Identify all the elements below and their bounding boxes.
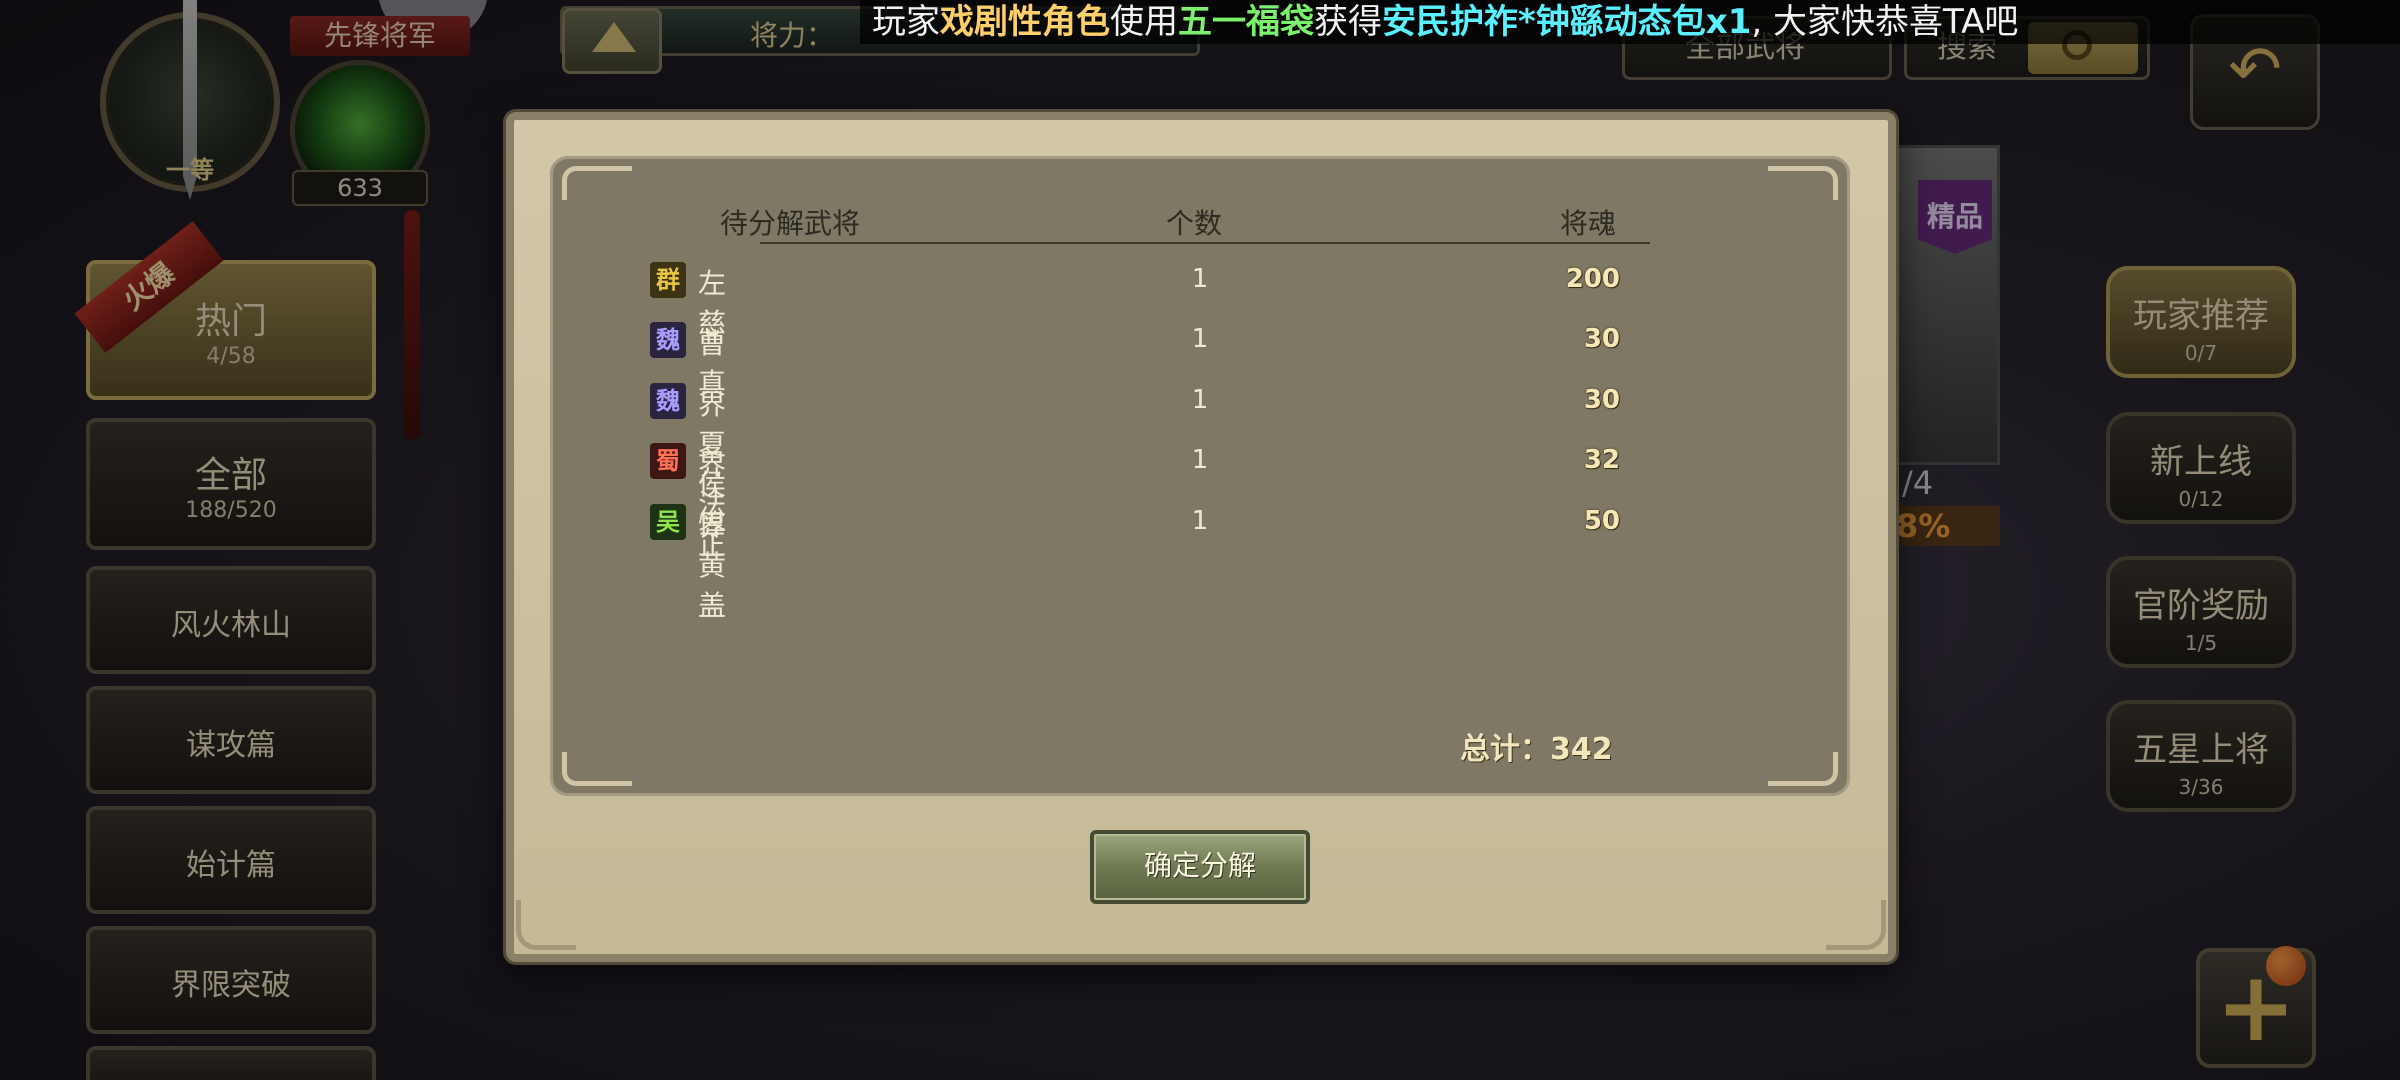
- tab-jiexian[interactable]: 界限突破: [86, 926, 376, 1034]
- total-soul: 总计：342: [1460, 724, 1613, 768]
- card-percent: 8%: [1890, 506, 2000, 546]
- tab-label: 界限突破: [171, 968, 291, 1003]
- notice-segment: 获得: [1314, 2, 1382, 42]
- general-soul: 200: [1565, 264, 1620, 294]
- general-soul: 30: [1583, 324, 1620, 354]
- tab-rank-reward[interactable]: 官阶奖励 1/5: [2106, 556, 2296, 668]
- tab-all[interactable]: 全部 188/520: [86, 418, 376, 550]
- tab-label: 新上线: [2150, 442, 2252, 482]
- faction-badge: 蜀: [650, 443, 686, 479]
- faction-badge: 魏: [650, 383, 686, 419]
- general-soul: 50: [1583, 506, 1620, 536]
- tassel-decoration: [404, 210, 420, 440]
- faction-badge: 吴: [650, 504, 686, 540]
- decompose-list-panel: [550, 156, 1850, 796]
- header-divider: [760, 242, 1650, 244]
- tab-fenghuo[interactable]: 风火林山: [86, 566, 376, 674]
- faction-badge: 魏: [650, 322, 686, 358]
- general-count: 1: [1191, 324, 1209, 354]
- general-count: 1: [1191, 385, 1209, 415]
- title-ribbon: 先锋将军: [290, 16, 470, 56]
- tab-five-star[interactable]: 五星上将 3/36: [2106, 700, 2296, 812]
- general-soul: 32: [1583, 445, 1620, 475]
- notice-text: 玩家戏剧性角色使用五一福袋获得安民护祚*钟繇动态包x1, 大家快恭喜TA吧: [872, 2, 2018, 42]
- tab-count: 4/58: [206, 344, 256, 369]
- elite-badge: 精品: [1918, 180, 1992, 254]
- general-count: 1: [1191, 445, 1209, 475]
- tab-label: 官阶奖励: [2133, 586, 2269, 626]
- notice-segment: 玩家: [872, 2, 940, 42]
- general-soul: 30: [1583, 385, 1620, 415]
- corner-ornament: [1768, 166, 1838, 200]
- notice-player-name: 戏剧性角色: [940, 2, 1110, 42]
- card-fraction: /4: [1902, 464, 1934, 502]
- tab-player-recommend[interactable]: 玩家推荐 0/7: [2106, 266, 2296, 378]
- tab-count: 188/520: [185, 498, 277, 523]
- corner-ornament: [562, 752, 632, 786]
- faction-badge: 群: [650, 262, 686, 298]
- tab-count: 1/5: [2184, 631, 2218, 655]
- soul-count: 633: [292, 170, 428, 206]
- tab-shiji[interactable]: 始计篇: [86, 806, 376, 914]
- tab-count: 3/36: [2178, 775, 2224, 799]
- tab-more[interactable]: [86, 1046, 376, 1080]
- total-label: 总计：: [1460, 732, 1550, 767]
- tab-label: 风火林山: [171, 608, 291, 643]
- tab-mougong[interactable]: 谋攻篇: [86, 686, 376, 794]
- tab-new-online[interactable]: 新上线 0/12: [2106, 412, 2296, 524]
- back-arrow-icon: ↶: [2228, 33, 2282, 107]
- confirm-decompose-button[interactable]: 确定分解: [1090, 830, 1310, 904]
- tab-count: 0/7: [2184, 341, 2218, 365]
- header-general: 待分解武将: [720, 207, 861, 240]
- general-name: 界黄盖: [698, 509, 727, 622]
- notice-item-name: 五一福袋: [1178, 2, 1314, 42]
- general-count: 1: [1191, 264, 1209, 294]
- corner-ornament: [516, 900, 576, 950]
- corner-ornament: [562, 166, 632, 200]
- tab-label: 始计篇: [186, 848, 276, 883]
- tab-label: 玩家推荐: [2133, 296, 2269, 336]
- corner-ornament: [1768, 752, 1838, 786]
- tab-label: 谋攻篇: [186, 728, 276, 763]
- tab-count: 0/12: [2178, 487, 2224, 511]
- header-soul: 将魂: [1560, 207, 1617, 240]
- notice-segment: 使用: [1110, 2, 1178, 42]
- notice-reward-name: 安民护祚*钟繇动态包x1: [1382, 2, 1752, 42]
- notice-segment: , 大家快恭喜TA吧: [1751, 2, 2019, 42]
- rank-label: 一等: [166, 156, 214, 184]
- notification-dot: [2266, 946, 2306, 986]
- general-count: 1: [1191, 506, 1209, 536]
- tab-label: 全部: [194, 455, 267, 496]
- tab-label: 五星上将: [2133, 730, 2269, 770]
- arrow-up-icon: [592, 22, 636, 52]
- power-label: 将力：: [750, 19, 835, 52]
- corner-ornament: [1826, 900, 1886, 950]
- header-count: 个数: [1166, 207, 1223, 240]
- total-value: 342: [1550, 732, 1613, 767]
